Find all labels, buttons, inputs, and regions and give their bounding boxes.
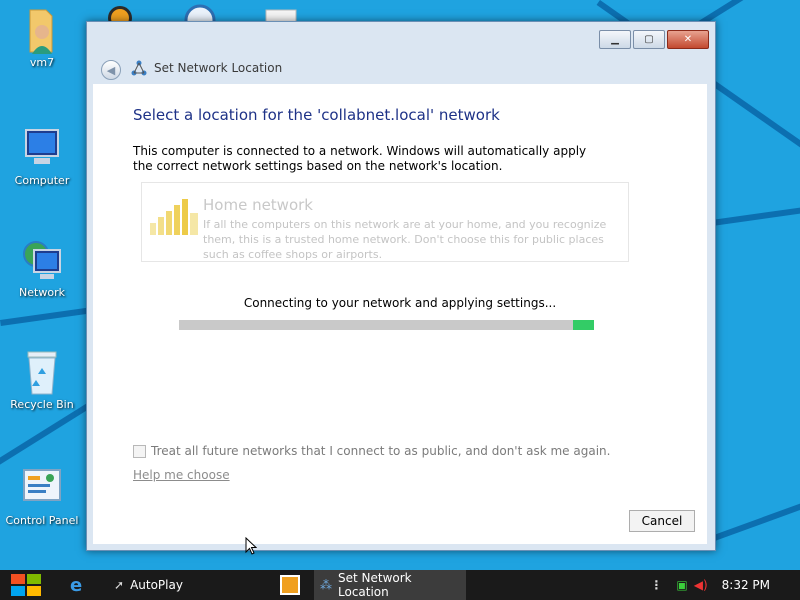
desktop-icon-label: Computer — [14, 174, 70, 187]
user-folder-icon — [20, 8, 64, 54]
internet-explorer-icon: e — [70, 574, 83, 596]
treat-as-public-option[interactable]: Treat all future networks that I connect… — [133, 444, 610, 458]
partial-desktop-icon[interactable] — [100, 0, 140, 30]
network-status-icon[interactable]: ▣ — [676, 578, 687, 592]
mouse-cursor-icon — [245, 537, 257, 555]
desktop-icon-computer[interactable]: Computer — [0, 126, 84, 187]
status-text: Connecting to your network and applying … — [243, 296, 557, 310]
taskbar-item-label: AutoPlay — [130, 578, 183, 592]
treat-as-public-label: Treat all future networks that I connect… — [151, 444, 611, 458]
maximize-icon: ▢ — [644, 34, 654, 45]
taskbar-item-set-network-location[interactable]: ⁂ Set Network Location — [314, 570, 466, 600]
home-network-title: Home network — [203, 196, 313, 214]
progress-indicator — [573, 320, 594, 330]
treat-as-public-checkbox[interactable] — [133, 444, 146, 458]
maximize-button[interactable]: ▢ — [633, 30, 665, 49]
help-me-choose-link[interactable]: Help me choose — [133, 468, 230, 482]
taskbar-item-autoplay[interactable]: ➚ AutoPlay — [108, 570, 258, 600]
partial-desktop-icon[interactable] — [264, 0, 298, 25]
taskbar-item-label: Set Network Location — [338, 571, 412, 599]
desktop-icon-label: Recycle Bin — [10, 398, 74, 411]
back-button[interactable]: ◀ — [101, 60, 121, 80]
desktop-icon-network[interactable]: Network — [0, 238, 84, 299]
desktop-icon-label: Network — [19, 286, 65, 299]
autoplay-icon: ➚ — [114, 578, 125, 592]
close-icon: ✕ — [683, 34, 693, 45]
desktop-icon-control-panel[interactable]: Control Panel — [0, 466, 84, 527]
media-player-button[interactable] — [272, 570, 308, 600]
window-title: Set Network Location — [154, 61, 283, 75]
dialog-content: Select a location for the 'collabnet.loc… — [93, 84, 707, 544]
minimize-button[interactable]: ▁ — [599, 30, 631, 49]
cancel-button[interactable]: Cancel — [629, 510, 695, 532]
window-titlebar[interactable]: ▁ ▢ ✕ ◀ Set Network Location — [87, 22, 715, 82]
volume-muted-icon[interactable]: ◀) — [694, 578, 708, 592]
network-icon: ⁂ — [320, 578, 332, 592]
desktop-icon-label: Control Panel — [5, 514, 79, 527]
network-icon — [131, 60, 147, 76]
internet-explorer-button[interactable]: e — [70, 570, 94, 600]
page-description: This computer is connected to a network.… — [133, 144, 587, 173]
home-network-description: If all the computers on this network are… — [203, 218, 607, 261]
back-arrow-icon: ◀ — [106, 63, 116, 77]
tray-overflow-icon[interactable]: ⋮ — [650, 578, 662, 592]
network-icon — [20, 238, 64, 282]
media-player-icon — [280, 575, 300, 595]
recycle-bin-icon — [20, 350, 64, 395]
system-tray: ⋮ ▣ ◀) 8:32 PM — [650, 570, 800, 600]
home-network-option[interactable]: Home network If all the computers on thi… — [141, 182, 629, 262]
set-network-location-window: ▁ ▢ ✕ ◀ Set Network Location Select a lo… — [86, 21, 716, 551]
window-controls: ▁ ▢ ✕ — [599, 30, 709, 49]
home-network-icon — [150, 199, 198, 235]
control-panel-icon — [20, 466, 64, 510]
progress-bar — [179, 320, 594, 330]
desktop-icon-recycle-bin[interactable]: Recycle Bin — [0, 350, 84, 411]
close-button[interactable]: ✕ — [667, 30, 709, 49]
partial-desktop-icon[interactable] — [178, 0, 222, 36]
start-button[interactable] — [8, 572, 44, 598]
taskbar: e ➚ AutoPlay ⁂ Set Network Location ⋮ ▣ … — [0, 570, 800, 600]
desktop-icon-vm7[interactable]: vm7 — [0, 8, 84, 69]
minimize-icon: ▁ — [611, 34, 619, 45]
clock[interactable]: 8:32 PM — [722, 578, 770, 592]
computer-icon — [20, 126, 64, 170]
page-heading: Select a location for the 'collabnet.loc… — [133, 106, 500, 124]
